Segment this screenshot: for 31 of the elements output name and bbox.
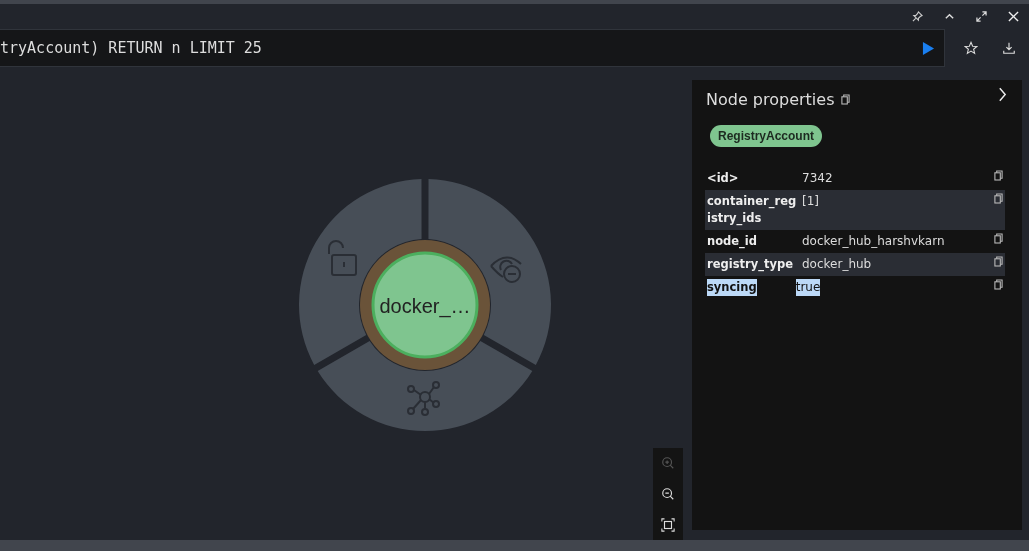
property-key: registry_type [707, 256, 798, 273]
menu-segment[interactable] [317, 340, 533, 431]
property-value: docker_hub_harshvkarn [802, 233, 946, 250]
copy-icon[interactable] [994, 193, 1003, 204]
property-value: true [795, 279, 821, 296]
copy-icon[interactable] [840, 94, 850, 105]
property-value: 7342 [802, 170, 834, 187]
chevron-right-icon[interactable] [998, 87, 1007, 102]
copy-icon[interactable] [994, 256, 1003, 267]
property-key: node_id [707, 233, 798, 250]
copy-icon[interactable] [994, 170, 1003, 181]
property-value: [1] [802, 193, 820, 210]
property-value: docker_hub [802, 256, 873, 273]
graph-node[interactable] [371, 251, 479, 359]
label-tag[interactable]: RegistryAccount [710, 125, 823, 147]
property-key: <id> [707, 170, 798, 187]
play-icon[interactable] [922, 40, 935, 56]
expand-icon[interactable] [976, 10, 987, 22]
node-caption: docker_… [379, 295, 471, 317]
zoom-out-button[interactable] [661, 487, 675, 501]
copy-icon[interactable] [994, 279, 1003, 290]
download-icon[interactable] [1002, 41, 1016, 55]
property-key: container_registry_ids [707, 193, 798, 227]
panel-title: Node properties [706, 90, 835, 109]
star-icon[interactable] [964, 41, 978, 55]
fit-view-button[interactable] [661, 517, 675, 532]
property-key: syncing [707, 279, 757, 296]
pin-icon[interactable] [912, 10, 923, 22]
query-editor[interactable]: tryAccount) RETURN n LIMIT 25 [0, 29, 945, 67]
close-icon[interactable] [1008, 10, 1019, 22]
copy-icon[interactable] [994, 233, 1003, 244]
